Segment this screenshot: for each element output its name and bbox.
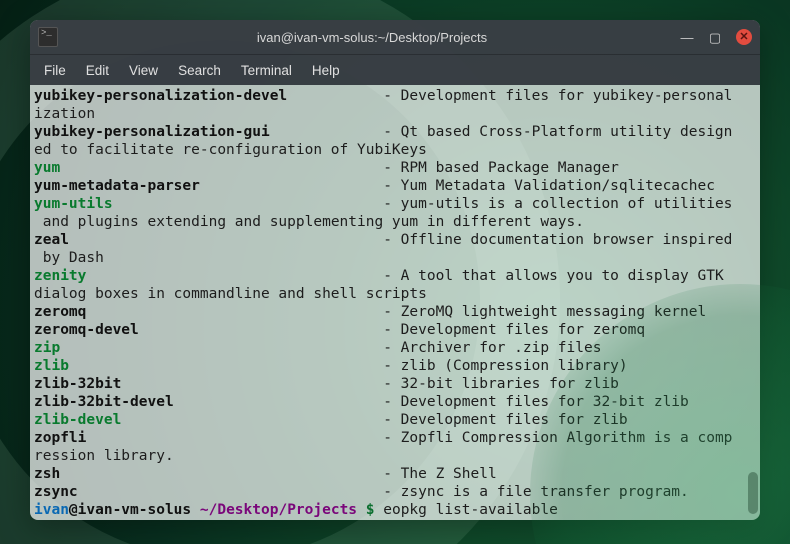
package-line: zlib-devel - Development files for zlib <box>34 411 756 429</box>
menu-view[interactable]: View <box>119 59 168 82</box>
maximize-button[interactable]: ▢ <box>708 30 722 44</box>
package-name: zopfli <box>34 430 86 446</box>
desktop-background: ivan@ivan-vm-solus:~/Desktop/Projects — … <box>0 0 790 544</box>
package-name: zlib <box>34 358 69 374</box>
package-line: zsh - The Z Shell <box>34 465 756 483</box>
package-description-continuation: by Dash <box>34 249 756 267</box>
menu-terminal[interactable]: Terminal <box>231 59 302 82</box>
package-description: Yum Metadata Validation/sqlitecachec <box>401 178 715 194</box>
package-description: ZeroMQ lightweight messaging kernel <box>401 304 707 320</box>
package-description: The Z Shell <box>401 466 497 482</box>
package-description: Development files for zeromq <box>401 322 645 338</box>
menu-file[interactable]: File <box>34 59 76 82</box>
package-line: yum-metadata-parser - Yum Metadata Valid… <box>34 177 756 195</box>
package-name: zenity <box>34 268 86 284</box>
package-line: zeromq-devel - Development files for zer… <box>34 321 756 339</box>
package-description-continuation: ression library. <box>34 447 756 465</box>
package-name: zeromq-devel <box>34 322 139 338</box>
package-line: yubikey-personalization-devel - Developm… <box>34 87 756 105</box>
package-description: A tool that allows you to display GTK <box>401 268 733 284</box>
package-name: yum <box>34 160 60 176</box>
close-button[interactable]: ✕ <box>736 29 752 45</box>
package-description-continuation: and plugins extending and supplementing … <box>34 213 756 231</box>
terminal-output[interactable]: yubikey-personalization-devel - Developm… <box>30 85 760 520</box>
prompt-at: @ <box>69 502 78 518</box>
terminal-window: ivan@ivan-vm-solus:~/Desktop/Projects — … <box>30 20 760 520</box>
package-line: yum-utils - yum-utils is a collection of… <box>34 195 756 213</box>
package-line: zlib-32bit-devel - Development files for… <box>34 393 756 411</box>
package-description-continuation: ed to facilitate re-configuration of Yub… <box>34 141 756 159</box>
package-line: zenity - A tool that allows you to displ… <box>34 267 756 285</box>
package-description: RPM based Package Manager <box>401 160 619 176</box>
package-line: zeal - Offline documentation browser ins… <box>34 231 756 249</box>
package-name: yum-metadata-parser <box>34 178 200 194</box>
package-name: yum-utils <box>34 196 113 212</box>
window-controls: — ▢ ✕ <box>680 29 752 45</box>
package-description: Development files for yubikey-personal <box>401 88 733 104</box>
package-name: zsync <box>34 484 78 500</box>
package-line: yubikey-personalization-gui - Qt based C… <box>34 123 756 141</box>
package-line: zlib-32bit - 32-bit libraries for zlib <box>34 375 756 393</box>
prompt-user: ivan <box>34 502 69 518</box>
package-line: zsync - zsync is a file transfer program… <box>34 483 756 501</box>
package-line: zip - Archiver for .zip files <box>34 339 756 357</box>
package-name: zlib-devel <box>34 412 121 428</box>
package-line: zlib - zlib (Compression library) <box>34 357 756 375</box>
package-description: Qt based Cross-Platform utility design <box>401 124 733 140</box>
package-line: zeromq - ZeroMQ lightweight messaging ke… <box>34 303 756 321</box>
package-description: Offline documentation browser inspired <box>401 232 733 248</box>
package-description: Zopfli Compression Algorithm is a comp <box>401 430 733 446</box>
package-name: zsh <box>34 466 60 482</box>
terminal-app-icon <box>38 27 58 47</box>
package-name: zlib-32bit <box>34 376 121 392</box>
window-title: ivan@ivan-vm-solus:~/Desktop/Projects <box>64 30 680 45</box>
package-name: zlib-32bit-devel <box>34 394 174 410</box>
menu-edit[interactable]: Edit <box>76 59 119 82</box>
package-name: zeromq <box>34 304 86 320</box>
window-titlebar[interactable]: ivan@ivan-vm-solus:~/Desktop/Projects — … <box>30 20 760 54</box>
package-name: yubikey-personalization-devel <box>34 88 287 104</box>
prompt-command: eopkg list-available <box>383 502 558 518</box>
menu-help[interactable]: Help <box>302 59 350 82</box>
prompt-path: ~/Desktop/Projects <box>200 502 357 518</box>
package-name: zip <box>34 340 60 356</box>
package-description: Archiver for .zip files <box>401 340 602 356</box>
package-description: Development files for 32-bit zlib <box>401 394 689 410</box>
prompt-symbol: $ <box>366 502 375 518</box>
package-description: yum-utils is a collection of utilities <box>401 196 733 212</box>
minimize-button[interactable]: — <box>680 30 694 44</box>
package-line: yum - RPM based Package Manager <box>34 159 756 177</box>
scrollbar-thumb[interactable] <box>748 472 758 514</box>
package-description-continuation: ization <box>34 105 756 123</box>
menubar: File Edit View Search Terminal Help <box>30 54 760 85</box>
prompt-host: ivan-vm-solus <box>78 502 192 518</box>
package-description: zsync is a file transfer program. <box>401 484 689 500</box>
prompt-line[interactable]: ivan@ivan-vm-solus ~/Desktop/Projects $ … <box>34 501 756 519</box>
package-description: zlib (Compression library) <box>401 358 628 374</box>
package-description: 32-bit libraries for zlib <box>401 376 619 392</box>
package-description-continuation: dialog boxes in commandline and shell sc… <box>34 285 756 303</box>
package-description: Development files for zlib <box>401 412 628 428</box>
package-line: zopfli - Zopfli Compression Algorithm is… <box>34 429 756 447</box>
package-name: yubikey-personalization-gui <box>34 124 270 140</box>
menu-search[interactable]: Search <box>168 59 231 82</box>
package-name: zeal <box>34 232 69 248</box>
